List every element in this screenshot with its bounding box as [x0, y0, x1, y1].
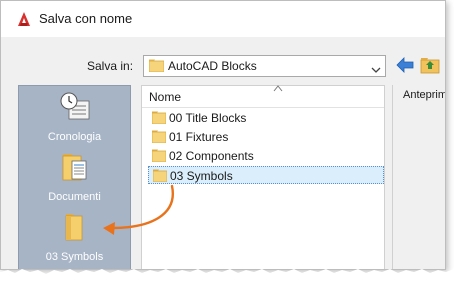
torn-edge	[0, 269, 454, 290]
drag-arrow-annotation	[103, 184, 174, 235]
